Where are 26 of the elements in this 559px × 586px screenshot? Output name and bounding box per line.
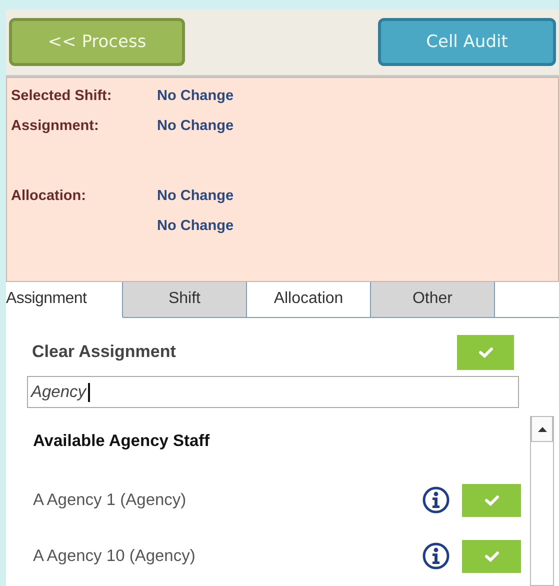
tab[interactable]: Shift — [123, 282, 247, 317]
search-field[interactable]: Agency — [27, 376, 519, 408]
summary-value: No Change — [157, 118, 235, 134]
list-heading: Available Agency Staff — [33, 432, 211, 452]
summary-value: No Change — [157, 88, 235, 104]
staff-name: A Agency 10 (Agency) — [33, 546, 196, 566]
scroll-up-button[interactable] — [531, 416, 553, 442]
tab[interactable]: Assignment — [6, 282, 123, 318]
up-arrow-icon — [538, 426, 546, 432]
summary-value: No Change — [157, 218, 235, 234]
confirm-button[interactable] — [457, 334, 514, 370]
summary-label: Assignment: — [11, 118, 100, 134]
select-button[interactable] — [462, 484, 521, 516]
select-button[interactable] — [462, 540, 521, 572]
staff-name: A Agency 1 (Agency) — [33, 490, 188, 510]
summary-label: Selected Shift: — [11, 88, 113, 104]
info-icon[interactable] — [422, 542, 450, 570]
clear-assignment-label: Clear Assignment — [31, 342, 176, 362]
info-icon[interactable] — [422, 486, 450, 514]
scrollbar[interactable] — [530, 416, 554, 586]
check-icon — [484, 550, 498, 562]
check-icon — [484, 494, 498, 506]
tab[interactable]: Other — [371, 282, 495, 317]
check-icon — [478, 346, 492, 358]
summary-value: No Change — [157, 188, 235, 204]
summary-label: Allocation: — [11, 188, 87, 204]
